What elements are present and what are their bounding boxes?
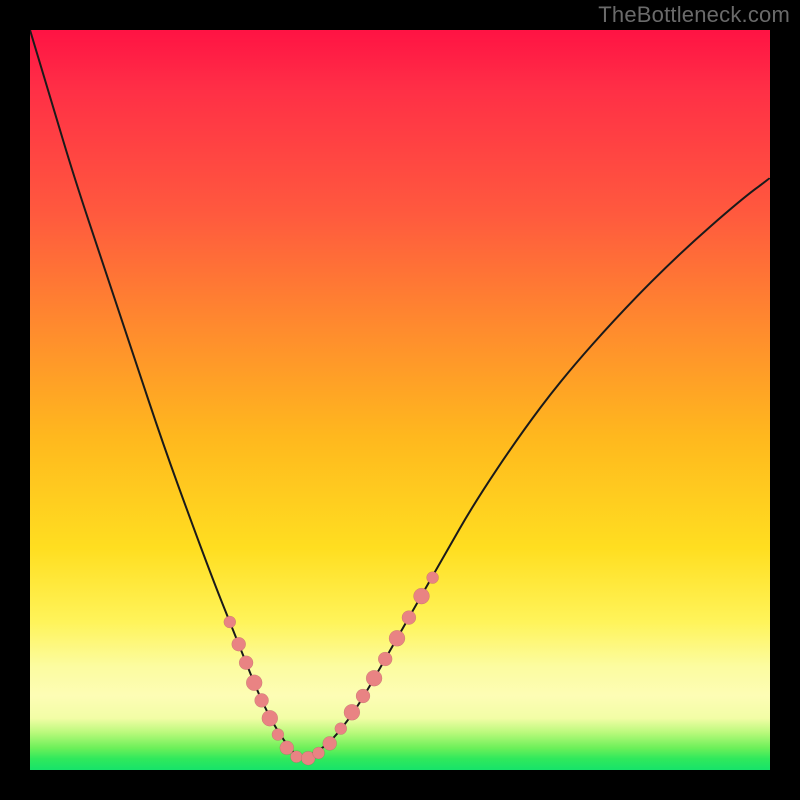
bead-marker <box>290 751 302 763</box>
bead-marker <box>255 693 269 707</box>
bead-marker <box>232 637 246 651</box>
bead-marker <box>313 747 325 759</box>
chart-svg <box>30 30 770 770</box>
watermark-text: TheBottleneck.com <box>598 2 790 28</box>
bottleneck-curve <box>30 30 770 756</box>
bead-marker <box>389 630 405 646</box>
bead-marker <box>323 736 337 750</box>
plot-area <box>30 30 770 770</box>
bead-marker <box>427 572 439 584</box>
bead-marker <box>344 704 360 720</box>
bead-marker <box>402 611 416 625</box>
chart-frame: TheBottleneck.com <box>0 0 800 800</box>
bead-markers <box>224 572 439 766</box>
bead-marker <box>335 723 347 735</box>
bead-marker <box>239 656 253 670</box>
bead-marker <box>414 588 430 604</box>
bead-marker <box>378 652 392 666</box>
bead-marker <box>366 670 382 686</box>
bead-marker <box>272 729 284 741</box>
bead-marker <box>356 689 370 703</box>
bead-marker <box>246 675 262 691</box>
bead-marker <box>224 616 236 628</box>
bead-marker <box>262 710 278 726</box>
